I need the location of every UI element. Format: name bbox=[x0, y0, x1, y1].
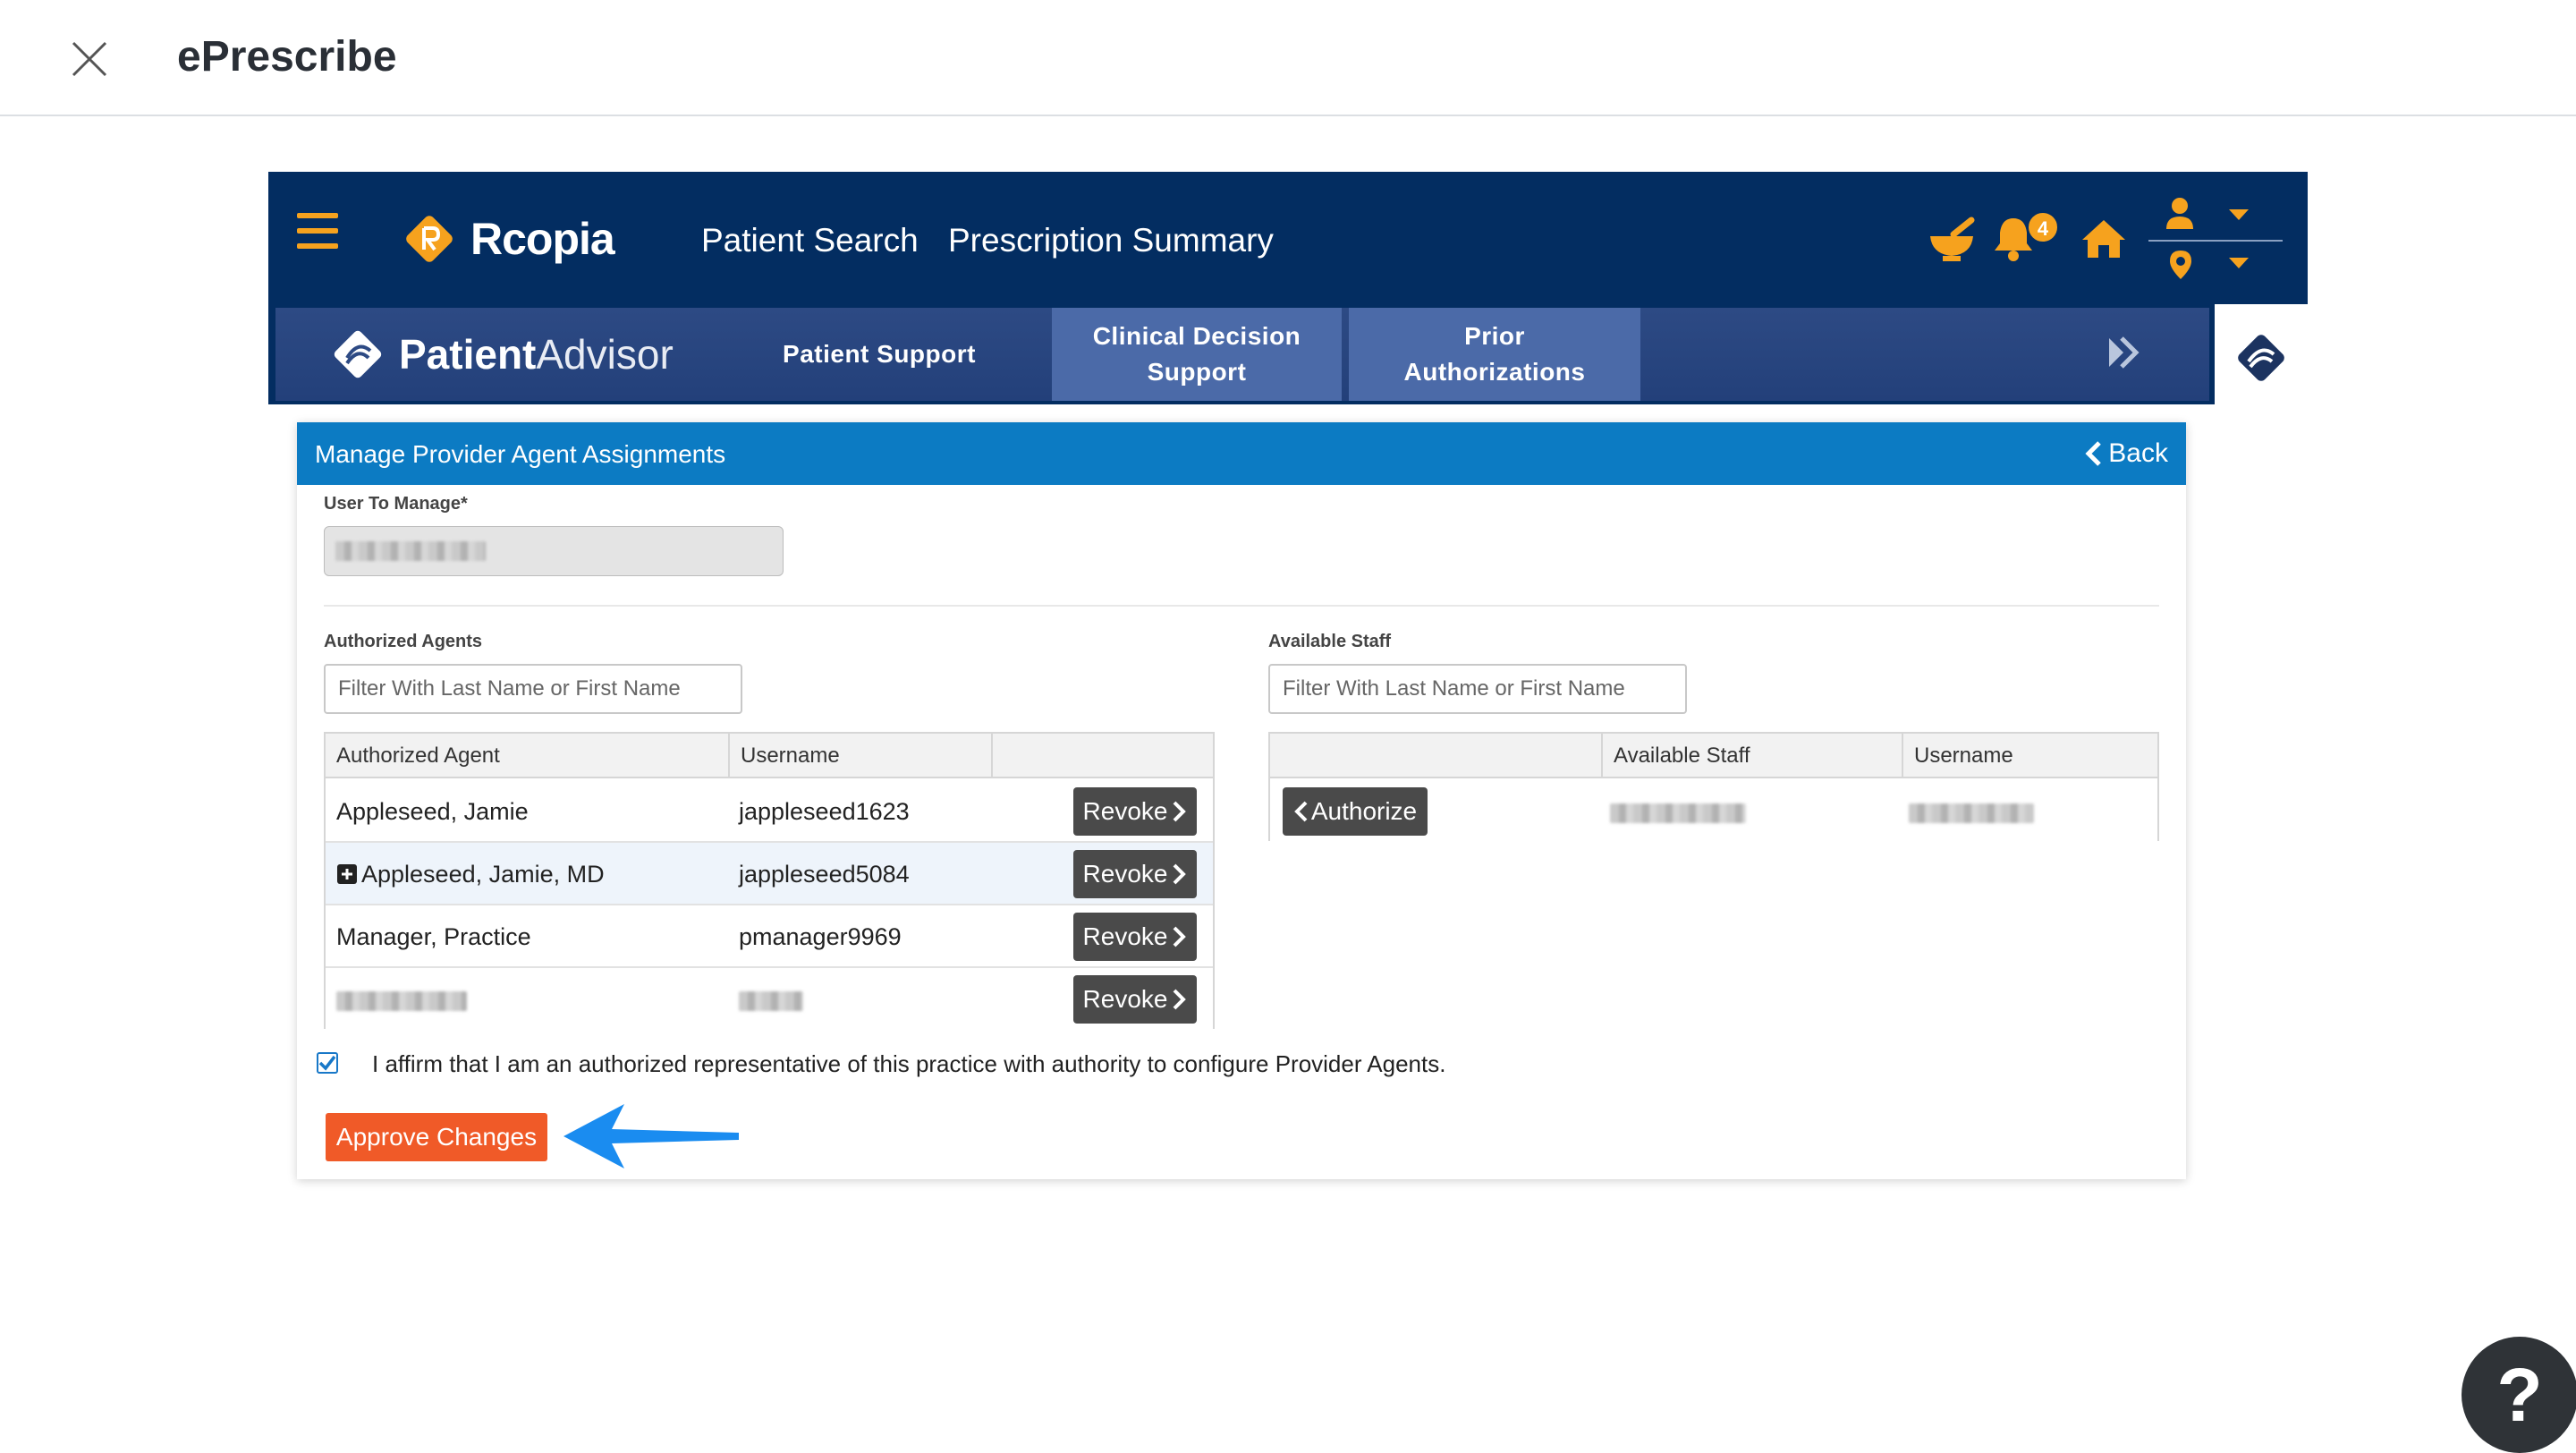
help-button[interactable]: ? bbox=[2462, 1337, 2576, 1453]
chevron-right-icon bbox=[1174, 989, 1187, 1010]
patient-advisor-bar: PatientAdvisor Patient Support Clinical … bbox=[275, 308, 2209, 401]
affirm-checkbox[interactable] bbox=[317, 1052, 338, 1074]
patient-advisor-logo-icon bbox=[334, 330, 382, 378]
table-row: Revoke bbox=[326, 968, 1213, 1031]
chevron-right-icon bbox=[1174, 863, 1187, 885]
authorize-label: Authorize bbox=[1310, 797, 1418, 825]
revoke-label: Revoke bbox=[1082, 985, 1168, 1013]
mortar-pestle-icon[interactable] bbox=[1927, 217, 1977, 263]
rcopia-diamond-icon bbox=[406, 216, 453, 262]
back-button[interactable]: Back bbox=[2085, 438, 2168, 469]
agent-name: Appleseed, Jamie, MD bbox=[361, 861, 605, 888]
agent-name: Manager, Practice bbox=[336, 923, 531, 950]
table-row: Manager, Practice pmanager9969 Revoke bbox=[326, 905, 1213, 968]
card-title: Manage Provider Agent Assignments bbox=[315, 440, 726, 468]
col-available-staff: Available Staff bbox=[1614, 743, 1750, 768]
checkmark-icon bbox=[318, 1055, 336, 1071]
revoke-button[interactable]: Revoke bbox=[1073, 975, 1197, 1024]
agent-username: jappleseed1623 bbox=[739, 798, 910, 825]
modal-title: ePrescribe bbox=[177, 33, 397, 81]
close-icon[interactable] bbox=[70, 39, 109, 79]
agents-table-header: Authorized Agent Username bbox=[326, 734, 1213, 778]
revoke-button[interactable]: Revoke bbox=[1073, 850, 1197, 898]
tab-patient-support[interactable]: Patient Support bbox=[758, 308, 1000, 401]
revoke-button[interactable]: Revoke bbox=[1073, 913, 1197, 961]
double-chevron-right-icon[interactable] bbox=[2106, 335, 2141, 370]
tab-prior-authorizations[interactable]: Prior Authorizations bbox=[1349, 308, 1640, 401]
available-staff-label: Available Staff bbox=[1268, 632, 1392, 651]
agent-username: pmanager9969 bbox=[739, 923, 902, 950]
staff-filter-input[interactable] bbox=[1268, 664, 1687, 714]
user-to-manage-field[interactable] bbox=[324, 526, 784, 576]
location-pin-icon[interactable] bbox=[2168, 249, 2193, 281]
revoke-label: Revoke bbox=[1082, 797, 1168, 825]
agent-username: jappleseed5084 bbox=[739, 861, 910, 888]
chevron-left-icon bbox=[2085, 441, 2102, 466]
card-header: Manage Provider Agent Assignments Back bbox=[297, 422, 2186, 485]
menu-icon[interactable] bbox=[297, 213, 338, 249]
redacted-staff-name bbox=[1610, 803, 1746, 823]
tab-clinical-decision-support[interactable]: Clinical Decision Support bbox=[1052, 308, 1342, 401]
chevron-right-icon bbox=[1174, 801, 1187, 822]
rcopia-logo[interactable]: Rcopia bbox=[401, 208, 615, 270]
approve-changes-button[interactable]: Approve Changes bbox=[326, 1113, 547, 1161]
redacted-user bbox=[335, 541, 486, 561]
redacted-staff-username bbox=[1909, 803, 2034, 823]
agent-name-cell: Appleseed, Jamie, MD bbox=[336, 843, 605, 905]
table-row: Appleseed, Jamie, MD jappleseed5084 Revo… bbox=[326, 843, 1213, 905]
patient-advisor-brand: PatientAdvisor bbox=[399, 331, 674, 378]
nav-divider bbox=[2148, 240, 2283, 242]
revoke-label: Revoke bbox=[1082, 860, 1168, 888]
col-staff-username: Username bbox=[1914, 743, 2013, 768]
redacted-agent-username bbox=[739, 991, 803, 1011]
revoke-button[interactable]: Revoke bbox=[1073, 787, 1197, 836]
nav-prescription-summary[interactable]: Prescription Summary bbox=[948, 222, 1274, 259]
location-chevron-down-icon[interactable] bbox=[2229, 258, 2249, 270]
table-row: Authorize bbox=[1270, 780, 2157, 843]
col-authorized-agent: Authorized Agent bbox=[336, 743, 500, 768]
col-username: Username bbox=[741, 743, 840, 768]
redacted-agent-name bbox=[336, 991, 467, 1011]
agents-filter-input[interactable] bbox=[324, 664, 742, 714]
col-separator bbox=[991, 734, 993, 778]
user-chevron-down-icon[interactable] bbox=[2229, 209, 2249, 222]
patient-advisor-logo[interactable]: PatientAdvisor bbox=[331, 327, 674, 381]
home-icon[interactable] bbox=[2079, 217, 2129, 261]
authorize-button[interactable]: Authorize bbox=[1283, 787, 1428, 836]
available-staff-table: Available Staff Username Authorize bbox=[1268, 732, 2159, 841]
nav-patient-search[interactable]: Patient Search bbox=[701, 222, 919, 259]
chevron-right-icon bbox=[1174, 926, 1187, 947]
manage-agents-card: Manage Provider Agent Assignments Back U… bbox=[297, 422, 2186, 1179]
table-row: Appleseed, Jamie jappleseed1623 Revoke bbox=[326, 780, 1213, 843]
authorized-agents-label: Authorized Agents bbox=[324, 632, 483, 651]
help-button-wrap: ? bbox=[2462, 1337, 2576, 1453]
revoke-label: Revoke bbox=[1082, 922, 1168, 950]
user-to-manage-label: User To Manage* bbox=[324, 494, 468, 514]
section-divider bbox=[324, 605, 2159, 607]
chevron-left-icon bbox=[1294, 801, 1308, 822]
affirm-text: I affirm that I am an authorized represe… bbox=[372, 1050, 1446, 1077]
expand-plus-icon[interactable] bbox=[336, 863, 358, 885]
authorized-agents-table: Authorized Agent Username Appleseed, Jam… bbox=[324, 732, 1215, 1029]
notification-badge: 4 bbox=[2027, 211, 2059, 243]
agent-name: Appleseed, Jamie bbox=[336, 798, 529, 825]
user-icon[interactable] bbox=[2165, 197, 2195, 231]
annotation-arrow-icon bbox=[564, 1104, 739, 1168]
patient-advisor-side-icon[interactable] bbox=[2233, 329, 2290, 387]
back-label: Back bbox=[2108, 438, 2168, 468]
modal-header: ePrescribe bbox=[0, 0, 2576, 116]
rcopia-brand: Rcopia bbox=[470, 214, 615, 264]
top-navigation: Rcopia Patient Search Prescription Summa… bbox=[268, 172, 2308, 304]
staff-table-header: Available Staff Username bbox=[1270, 734, 2157, 778]
